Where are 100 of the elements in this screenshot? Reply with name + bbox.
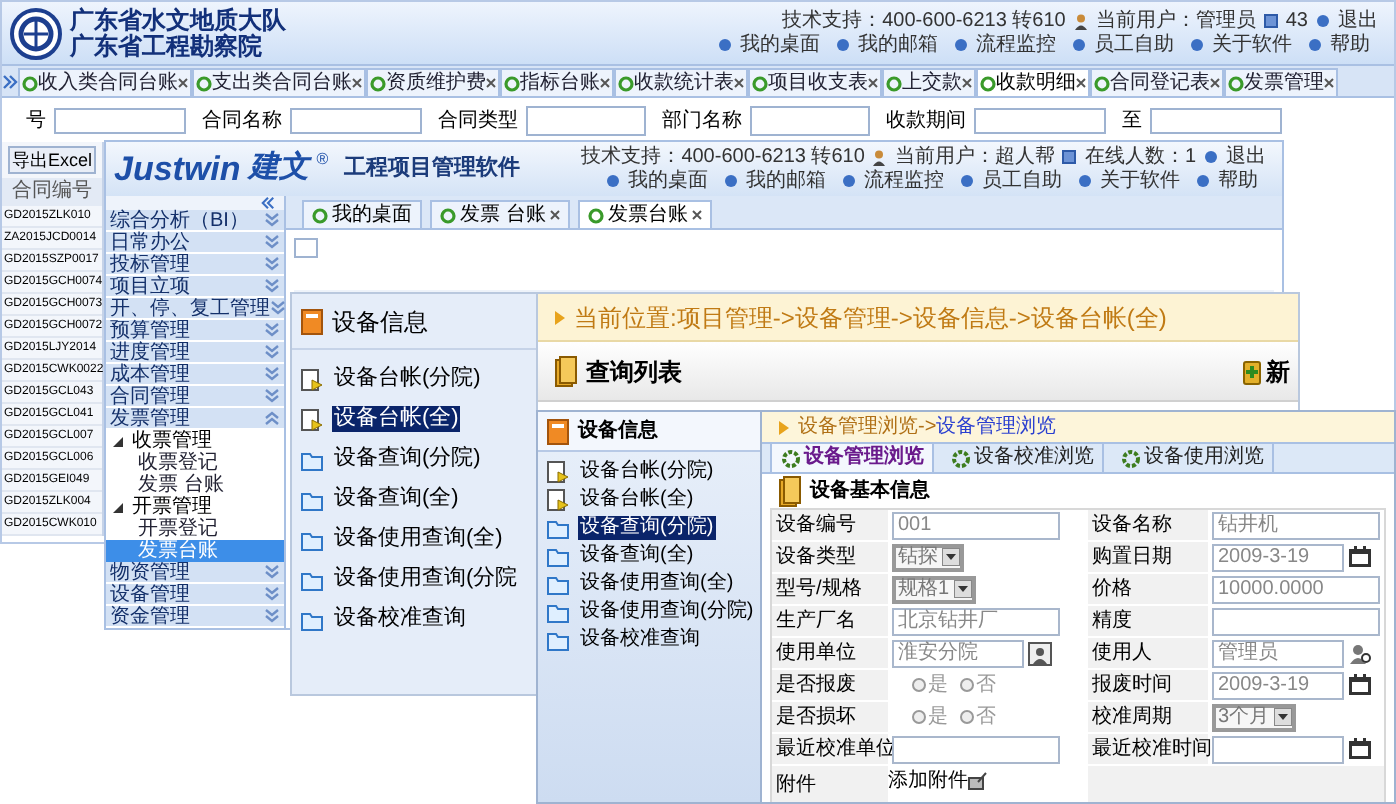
input-field[interactable]: 管理员	[1212, 639, 1344, 667]
tab[interactable]: 设备校准浏览	[942, 444, 1104, 472]
logout-link[interactable]: 退出	[1226, 145, 1266, 169]
export-button[interactable]: 导出Excel	[7, 146, 96, 174]
sidebar-item[interactable]: 物资管理	[106, 562, 284, 584]
dot-icon	[718, 38, 732, 52]
tab[interactable]: 上交款	[882, 68, 976, 96]
tab[interactable]: 发票管理	[1224, 68, 1338, 96]
tree-item[interactable]: 设备台帐(分院)	[300, 366, 536, 392]
tab[interactable]: 设备使用浏览	[1112, 444, 1274, 472]
sidebar-item[interactable]: 日常办公	[106, 232, 284, 254]
select-field[interactable]	[526, 105, 646, 135]
input-field[interactable]: 淮安分院	[892, 639, 1024, 667]
sidebar-item[interactable]: 预算管理	[106, 320, 284, 342]
select-field[interactable]	[750, 105, 870, 135]
document-icon	[300, 367, 324, 391]
tree-item[interactable]: 设备查询(全)	[546, 544, 760, 568]
tab[interactable]: 支出类合同台账	[192, 68, 366, 96]
sidebar-item[interactable]: 开、停、复工管理	[106, 298, 284, 320]
sidebar-item[interactable]: 设备管理	[106, 584, 284, 606]
tree-group[interactable]: 收票管理	[106, 430, 284, 452]
input-field[interactable]: 10000.0000	[1212, 575, 1380, 603]
date-field[interactable]: 2009-3-19	[1212, 543, 1344, 571]
field-label: 生产厂名	[772, 606, 888, 638]
dot-icon	[842, 174, 856, 188]
tab[interactable]: 合同登记表	[1090, 68, 1224, 96]
input-field[interactable]: 北京钻井厂	[892, 607, 1060, 635]
tab[interactable]: 发票台账	[577, 200, 712, 228]
header-link[interactable]: 流程监控	[864, 169, 944, 193]
input-field[interactable]	[294, 238, 318, 258]
tree-item[interactable]: 设备查询(分院)	[546, 516, 760, 540]
header-link[interactable]: 帮助	[1218, 169, 1258, 193]
header-link[interactable]: 我的邮箱	[746, 169, 826, 193]
sidebar-item[interactable]: 综合分析（BI）	[106, 210, 284, 232]
select-field[interactable]: 规格1	[892, 575, 976, 603]
tab[interactable]: 指标台账	[500, 68, 614, 96]
sidebar-item[interactable]: 投标管理	[106, 254, 284, 276]
field-label: 价格	[1088, 574, 1208, 606]
tab[interactable]: 资质维护费	[366, 68, 500, 96]
input-field[interactable]	[54, 107, 186, 133]
add-attachment-link[interactable]: 添加附件	[888, 766, 988, 796]
tree-item[interactable]: 设备校准查询	[546, 628, 760, 652]
tree-item[interactable]: 设备台帐(全)	[300, 406, 536, 432]
tree-item[interactable]: 设备查询(分院)	[300, 446, 536, 472]
sidebar-item[interactable]: 进度管理	[106, 342, 284, 364]
header-link[interactable]: 流程监控	[976, 33, 1056, 57]
header-link[interactable]: 员工自助	[1094, 33, 1174, 57]
tree-item[interactable]: 开票登记	[106, 518, 284, 540]
tab[interactable]: 收入类合同台账	[18, 68, 192, 96]
tab[interactable]: 收款明细	[976, 68, 1090, 96]
select-field[interactable]: 钻探	[892, 543, 964, 571]
tree-group[interactable]: 开票管理	[106, 496, 284, 518]
sidebar-item[interactable]: 发票管理	[106, 408, 284, 430]
header-link[interactable]: 我的邮箱	[858, 33, 938, 57]
folder-icon	[546, 572, 570, 596]
input-field[interactable]: 钻井机	[1212, 511, 1380, 539]
folder-icon	[300, 447, 324, 471]
tab[interactable]: 我的桌面	[302, 200, 422, 228]
tree-item[interactable]: 收票登记	[106, 452, 284, 474]
tree-item[interactable]: 设备使用查询(全)	[300, 526, 536, 552]
folder-stack-icon	[554, 355, 578, 387]
input-field[interactable]: 001	[892, 511, 1060, 539]
add-button[interactable]: 新	[1242, 353, 1298, 389]
sidebar-item[interactable]: 资金管理	[106, 606, 284, 628]
tree-item[interactable]: 设备台帐(分院)	[546, 460, 760, 484]
input-field[interactable]	[892, 735, 1060, 763]
header-link[interactable]: 员工自助	[982, 169, 1062, 193]
tree-item[interactable]: 发票 台账	[106, 474, 284, 496]
tree-item[interactable]: 设备使用查询(分院	[300, 566, 536, 592]
header-link[interactable]: 关于软件	[1212, 33, 1292, 57]
sidebar-item[interactable]: 合同管理	[106, 386, 284, 408]
folder-icon	[300, 567, 324, 591]
logout-link[interactable]: 退出	[1338, 9, 1378, 33]
tab[interactable]: 收款统计表	[614, 68, 748, 96]
header-link[interactable]: 帮助	[1330, 33, 1370, 57]
tab[interactable]: 项目收支表	[748, 68, 882, 96]
tree-item[interactable]: 设备使用查询(分院)	[546, 600, 760, 624]
sidebar-item[interactable]: 成本管理	[106, 364, 284, 386]
close-icon	[734, 78, 744, 88]
input-field[interactable]	[1212, 607, 1380, 635]
input-field[interactable]	[1150, 107, 1282, 133]
input-field[interactable]	[974, 107, 1106, 133]
sidebar-item[interactable]: 项目立项	[106, 276, 284, 298]
header-link[interactable]: 我的桌面	[740, 33, 820, 57]
support-text: 技术支持：400-600-6213 转610	[782, 9, 1066, 33]
header-link[interactable]: 关于软件	[1100, 169, 1180, 193]
field-label: 报废时间	[1088, 670, 1208, 702]
tree-item[interactable]: 设备使用查询(全)	[546, 572, 760, 596]
tab[interactable]: 发票 台账	[430, 200, 570, 228]
tab[interactable]: 设备管理浏览	[770, 444, 934, 472]
date-field[interactable]: 2009-3-19	[1212, 671, 1344, 699]
header-link[interactable]: 我的桌面	[628, 169, 708, 193]
input-field[interactable]	[290, 107, 422, 133]
select-field[interactable]: 3个月	[1212, 703, 1296, 731]
field-label: 精度	[1088, 606, 1208, 638]
tree-item[interactable]: 设备查询(全)	[300, 486, 536, 512]
date-field[interactable]	[1212, 735, 1344, 763]
tree-item[interactable]: 设备校准查询	[300, 606, 536, 632]
document-icon	[300, 407, 324, 431]
tree-item[interactable]: 设备台帐(全)	[546, 488, 760, 512]
